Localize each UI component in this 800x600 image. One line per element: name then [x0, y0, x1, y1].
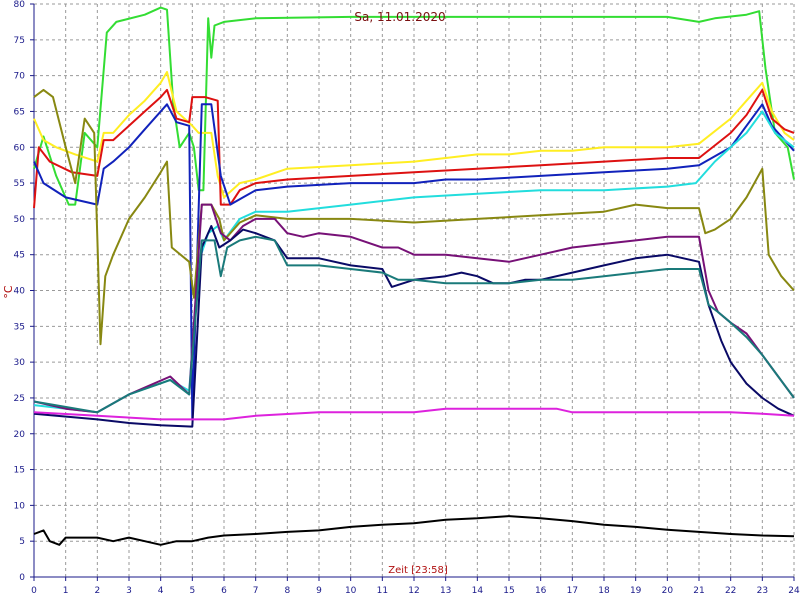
y-tick-label: 30 [14, 358, 26, 368]
x-tick-label: 24 [788, 586, 800, 596]
x-tick-label: 12 [408, 586, 419, 596]
y-tick-label: 20 [14, 430, 26, 440]
x-tick-label: 8 [284, 586, 290, 596]
x-tick-label: 1 [63, 586, 69, 596]
y-tick-label: 55 [14, 179, 25, 189]
y-tick-label: 15 [14, 466, 25, 476]
x-tick-label: 6 [221, 586, 227, 596]
y-tick-label: 80 [14, 0, 26, 10]
chart-background [0, 0, 800, 600]
x-axis-label: Zeit [23:58] [388, 565, 448, 576]
x-tick-label: 22 [725, 586, 736, 596]
x-tick-label: 2 [94, 586, 100, 596]
y-tick-label: 70 [14, 72, 26, 82]
x-tick-label: 4 [158, 586, 164, 596]
x-tick-label: 15 [503, 586, 514, 596]
y-axis-label: °C [2, 285, 15, 299]
x-tick-label: 7 [253, 586, 259, 596]
x-tick-label: 5 [189, 586, 195, 596]
x-tick-label: 17 [567, 586, 578, 596]
y-tick-label: 10 [14, 501, 26, 511]
y-tick-label: 5 [19, 537, 25, 547]
x-tick-label: 13 [440, 586, 451, 596]
y-tick-label: 50 [14, 215, 26, 225]
x-tick-label: 16 [535, 586, 547, 596]
chart-area: 0 1 2 3 4 5 6 7 8 9 10 11 12 13 14 15 16 17 18 19 20 21 22 23 24… [0, 0, 800, 600]
y-tick-label: 75 [14, 36, 25, 46]
x-tick-label: 23 [757, 586, 768, 596]
x-tick-label: 20 [662, 586, 674, 596]
y-tick-label: 65 [14, 107, 25, 117]
x-tick-label: 21 [693, 586, 704, 596]
x-tick-label: 3 [126, 586, 132, 596]
x-tick-label: 14 [472, 586, 484, 596]
x-tick-label: 9 [316, 586, 322, 596]
y-tick-label: 25 [14, 394, 25, 404]
x-tick-label: 19 [630, 586, 642, 596]
x-tick-label: 11 [377, 586, 388, 596]
chart-title: Sa, 11.01.2020 [354, 10, 445, 24]
x-tick-label: 0 [31, 586, 37, 596]
y-tick-label: 35 [14, 322, 25, 332]
y-tick-label: 60 [14, 143, 26, 153]
x-tick-label: 10 [345, 586, 357, 596]
y-tick-label: 40 [14, 287, 26, 297]
y-tick-label: 0 [19, 573, 25, 583]
x-tick-label: 18 [598, 586, 610, 596]
y-tick-label: 45 [14, 251, 25, 261]
line-chart: 0 1 2 3 4 5 6 7 8 9 10 11 12 13 14 15 16 17 18 19 20 21 22 23 24… [0, 0, 800, 600]
